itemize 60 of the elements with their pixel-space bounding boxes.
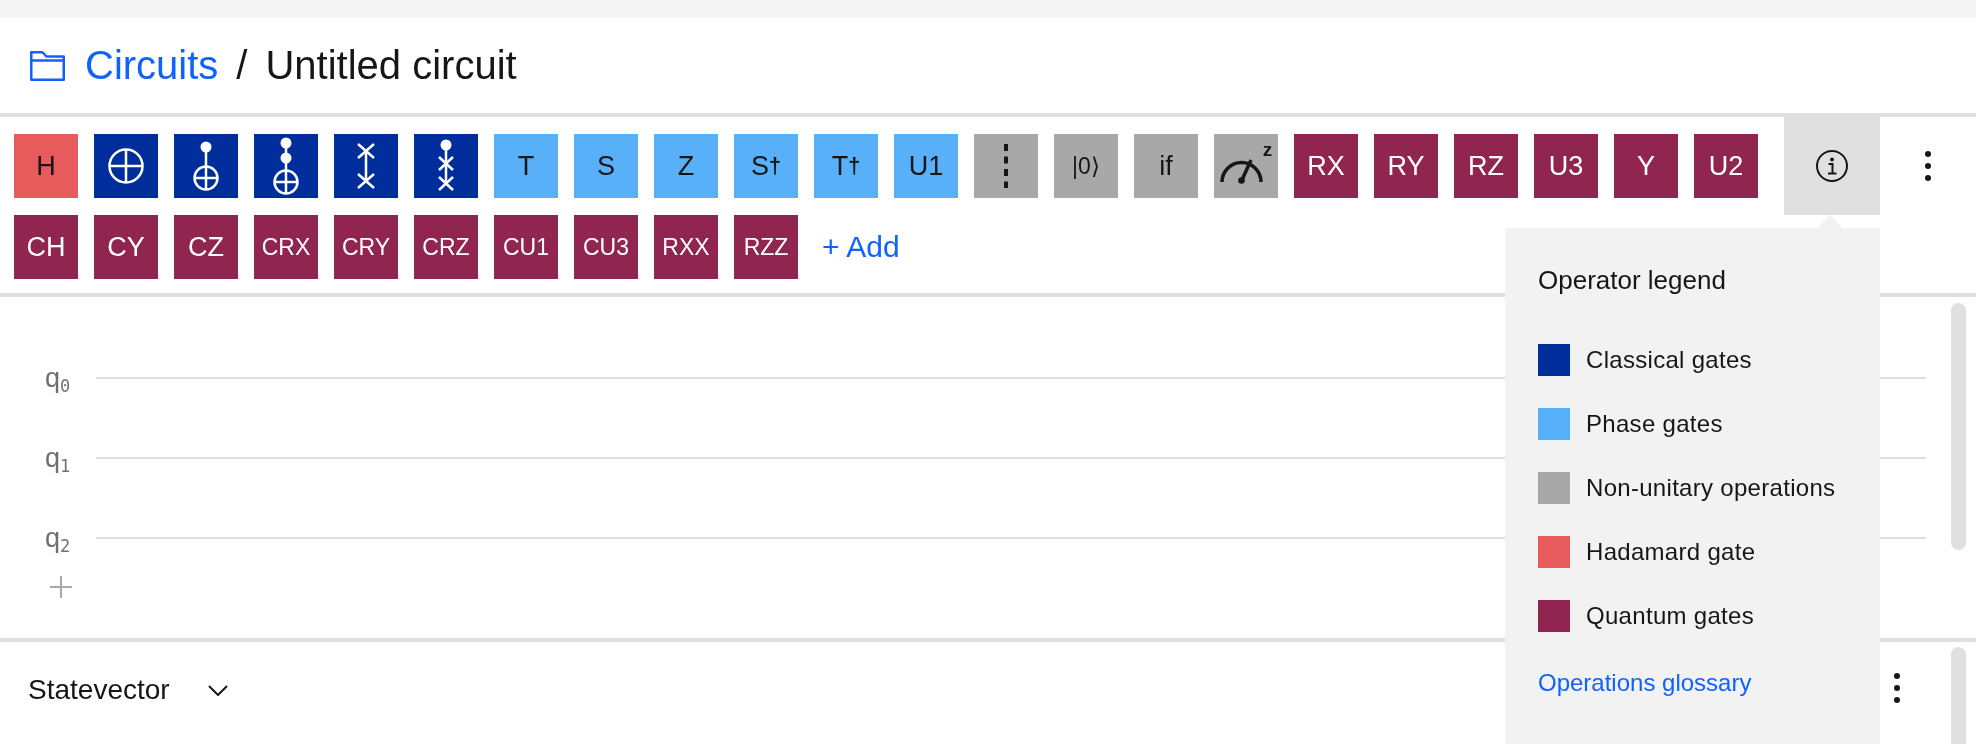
gate-button[interactable]: CRX (254, 215, 318, 279)
gate-button[interactable]: U3 (1534, 134, 1598, 198)
legend-label: Quantum gates (1586, 602, 1754, 630)
qubit-label: q$_{2}$ (45, 524, 72, 552)
gate-button[interactable]: Z (654, 134, 718, 198)
gate-button[interactable]: CRY (334, 215, 398, 279)
scrollbar-thumb[interactable] (1951, 303, 1966, 550)
qubit-label: q$_{1}$ (45, 444, 72, 472)
dashed-line-icon (1004, 144, 1008, 188)
breadcrumb-link[interactable]: Circuits (85, 43, 219, 88)
gate-button[interactable]: RXX (654, 215, 718, 279)
legend-label: Phase gates (1586, 410, 1723, 438)
chevron-down-icon (207, 684, 228, 696)
gate-button[interactable]: CY (94, 215, 158, 279)
gate-button[interactable]: if (1134, 134, 1198, 198)
add-gate-link[interactable]: + Add (822, 215, 900, 279)
gate-button[interactable]: RY (1374, 134, 1438, 198)
gate-button[interactable]: T (494, 134, 558, 198)
gate-button[interactable]: CRZ (414, 215, 478, 279)
overflow-menu-icon (1925, 151, 1931, 181)
gate-button[interactable]: CZ (174, 215, 238, 279)
gate-button[interactable]: S (574, 134, 638, 198)
controlled-not-icon (192, 141, 220, 191)
info-button[interactable] (1784, 117, 1880, 215)
gate-button[interactable]: H (14, 134, 78, 198)
view-dropdown[interactable]: Statevector (28, 672, 228, 708)
controlled-swap-icon (436, 139, 456, 193)
gate-button[interactable] (254, 134, 318, 198)
gate-button[interactable]: U1 (894, 134, 958, 198)
gate-button[interactable]: RX (1294, 134, 1358, 198)
gate-button[interactable]: CU3 (574, 215, 638, 279)
circuit-title: Untitled circuit (265, 43, 517, 88)
gate-button[interactable]: U2 (1694, 134, 1758, 198)
popover-title: Operator legend (1538, 264, 1727, 296)
gate-button[interactable] (94, 134, 158, 198)
overflow-menu-icon (1894, 673, 1900, 703)
glossary-link[interactable]: Operations glossary (1538, 669, 1860, 697)
double-controlled-not-icon (272, 137, 300, 195)
gate-button[interactable] (974, 134, 1038, 198)
plus-icon (50, 576, 72, 598)
swap-crosses-icon (356, 142, 376, 190)
scrollbar-thumb[interactable] (1951, 647, 1966, 744)
gate-button[interactable]: Y (1614, 134, 1678, 198)
circled-plus-icon (108, 148, 144, 184)
gate-button[interactable] (334, 134, 398, 198)
info-icon (1816, 150, 1848, 182)
qubit-label: q$_{0}$ (45, 364, 72, 392)
legend-label: Classical gates (1586, 346, 1752, 374)
breadcrumb-separator: / (236, 43, 248, 88)
folder-icon (30, 50, 65, 81)
gate-button[interactable] (414, 134, 478, 198)
gate-button[interactable]: RZ (1454, 134, 1518, 198)
gate-button[interactable]: RZZ (734, 215, 798, 279)
gate-button[interactable]: z (1214, 134, 1278, 198)
legend-label: Non-unitary operations (1586, 474, 1836, 502)
gate-button[interactable]: CH (14, 215, 78, 279)
legend-label: Hadamard gate (1586, 538, 1756, 566)
gate-button[interactable]: |0⟩ (1054, 134, 1118, 198)
gate-button[interactable]: CU1 (494, 215, 558, 279)
gate-button[interactable] (174, 134, 238, 198)
